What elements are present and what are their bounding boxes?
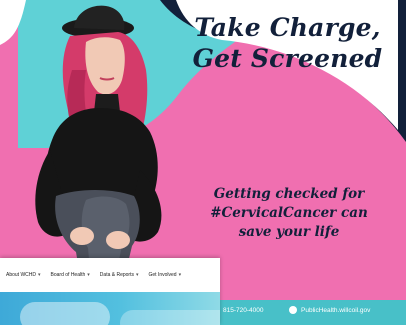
nav-item-about[interactable]: About WCHD ▾ — [6, 272, 41, 278]
message-line-2: #CervicalCancer can — [210, 205, 368, 221]
site-hero-banner — [0, 292, 220, 325]
website-contact[interactable]: PublicHealth.willcoil.gov — [289, 303, 370, 317]
nav-item-get-involved[interactable]: Get Involved ▾ — [149, 272, 182, 278]
hero-decoration — [20, 302, 110, 325]
nav-item-board-of-health[interactable]: Board of Health ▾ — [51, 272, 90, 278]
screening-message: Getting checked for #CervicalCancer can … — [183, 185, 395, 242]
hero-decoration — [120, 310, 220, 325]
nav-item-label: Get Involved — [148, 272, 177, 278]
website-preview: About WCHD ▾ Board of Health ▾ Data & Re… — [0, 258, 220, 325]
headline: Take Charge, Get Screened — [175, 12, 400, 74]
chevron-down-icon: ▾ — [135, 272, 139, 278]
nav-item-label: Data & Reports — [99, 272, 134, 278]
message-line-1: Getting checked for — [213, 186, 365, 202]
chevron-down-icon: ▾ — [38, 272, 41, 278]
site-nav-bar: About WCHD ▾ Board of Health ▾ Data & Re… — [0, 258, 220, 292]
message-line-3: save your life — [238, 224, 340, 240]
phone-number: 815-720-4000 — [223, 306, 264, 314]
website-url: PublicHealth.willcoil.gov — [301, 306, 371, 314]
headline-line-1: Take Charge, — [194, 13, 381, 42]
globe-icon — [289, 306, 297, 314]
nav-item-label: About WCHD — [6, 272, 37, 278]
chevron-down-icon: ▾ — [178, 272, 182, 278]
nav-item-data-reports[interactable]: Data & Reports ▾ — [100, 272, 139, 278]
nav-item-label: Board of Health — [50, 272, 86, 278]
chevron-down-icon: ▾ — [87, 272, 90, 278]
headline-line-2: Get Screened — [192, 44, 383, 73]
